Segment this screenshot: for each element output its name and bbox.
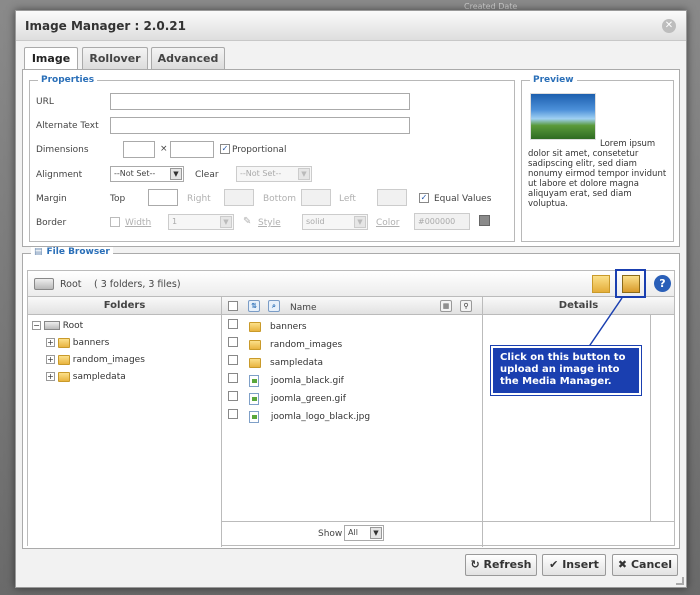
annotation-arrow: [587, 297, 623, 349]
annotation-callout: Click on this button to upload an image …: [490, 345, 642, 396]
